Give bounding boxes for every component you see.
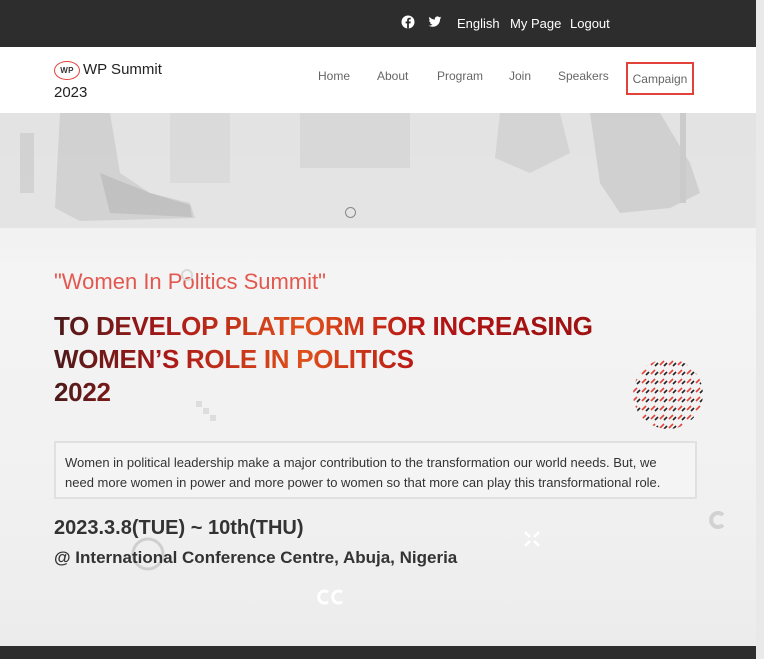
nav-speakers[interactable]: Speakers (558, 69, 609, 83)
next-section-edge (0, 646, 756, 659)
event-venue: @ International Conference Centre, Abuja… (54, 548, 458, 567)
nav-join[interactable]: Join (509, 69, 531, 83)
decorative-double-c-icon (317, 589, 343, 605)
hero-photo-shapes (0, 113, 756, 228)
language-link[interactable]: English (457, 16, 500, 31)
decorative-x-icon (524, 531, 540, 547)
logo-year: 2023 (54, 84, 88, 101)
description-box: Women in political leadership make a maj… (54, 441, 697, 499)
hero-headline: TO DEVELOP PLATFORM FOR INCREASING WOMEN… (54, 310, 674, 409)
vertical-scrollbar[interactable] (756, 0, 764, 659)
main-header: WP WP Summit 2023 Home About Program Joi… (0, 47, 756, 113)
mypage-link[interactable]: My Page (510, 16, 561, 31)
twitter-icon[interactable] (428, 15, 444, 31)
hero-section: "Women In Politics Summit" TO DEVELOP PL… (0, 113, 756, 646)
event-date: 2023.3.8(TUE) ~ 10th(THU) (54, 517, 304, 539)
nav-home[interactable]: Home (318, 69, 350, 83)
decorative-c-icon (709, 511, 725, 529)
nav-program[interactable]: Program (437, 69, 483, 83)
logo-badge[interactable]: WP (54, 61, 80, 80)
headline-line-2: WOMEN’S ROLE IN POLITICS (54, 344, 414, 374)
facebook-icon[interactable] (401, 15, 417, 31)
slider-indicator[interactable] (345, 207, 356, 218)
hero-background-photo (0, 113, 756, 228)
decorative-squares-icon (196, 401, 216, 421)
decorative-pattern-circle (633, 359, 703, 429)
top-utility-bar: English My Page Logout (0, 0, 756, 47)
logout-link[interactable]: Logout (570, 16, 610, 31)
nav-about[interactable]: About (377, 69, 408, 83)
logo-text[interactable]: WP Summit (83, 61, 162, 78)
headline-line-3: 2022 (54, 377, 111, 407)
headline-line-1: TO DEVELOP PLATFORM FOR INCREASING (54, 311, 593, 341)
nav-campaign[interactable]: Campaign (626, 62, 694, 95)
decorative-ring-icon (181, 269, 193, 281)
